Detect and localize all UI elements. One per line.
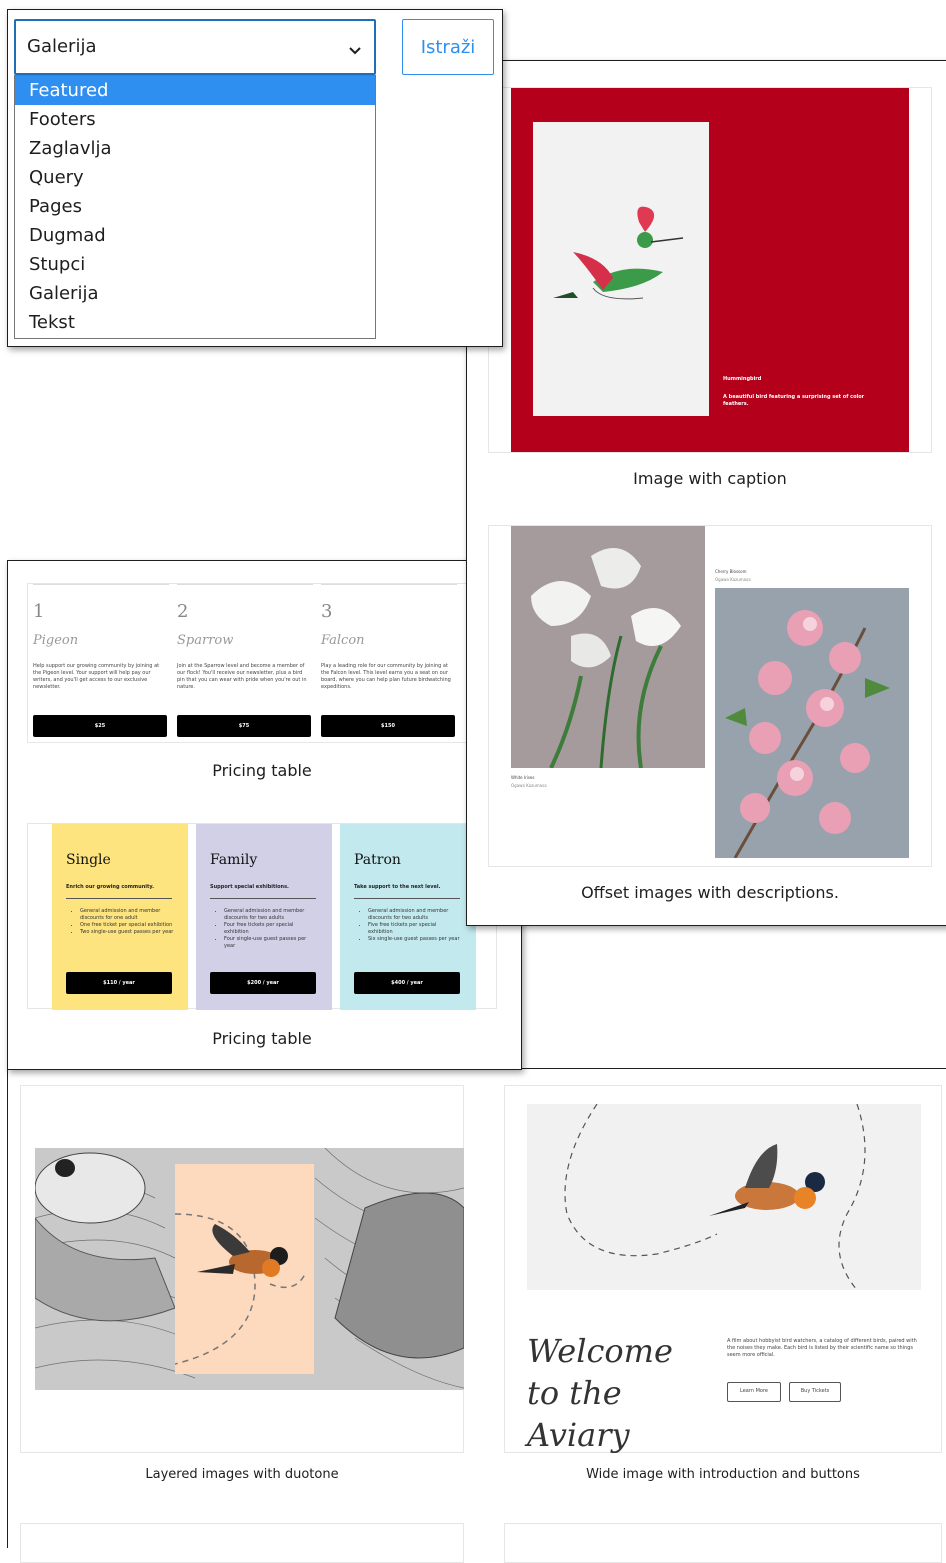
pattern-card-next-left[interactable] [20,1523,464,1563]
tier-feature-list: General admission and member discounts f… [354,908,462,943]
tier-number: 2 [177,601,189,622]
tier-feature: Two single-use guest passes per year [80,929,174,936]
chevron-down-icon [348,41,362,60]
tier-price-button[interactable]: $150 [321,715,455,737]
pattern-label-pricing-2: Pricing table [212,1029,312,1048]
pattern-card-layered-images[interactable] [20,1085,464,1453]
pricing-tier-family: Family Support special exhibitions. Gene… [196,824,332,1010]
pattern-label-offset-images: Offset images with descriptions. [581,883,839,902]
gallery-panel-bottom: Layered images with duotone Welcome to t… [7,1068,946,1563]
offset-bottom-title: White Irises [511,775,535,780]
pattern-card-wide-image[interactable]: Welcome to the Aviary A film about hobby… [504,1085,942,1454]
pattern-label-wide-image: Wide image with introduction and buttons [586,1467,860,1482]
tier-name: Family [210,852,258,868]
tier-price-button[interactable]: $400 / year [354,972,460,994]
tier-feature-list: General admission and member discounts f… [210,908,318,950]
tier-description: Help support our growing community by jo… [33,663,160,690]
explore-button[interactable]: Istraži [402,19,494,75]
pattern-label-layered-images: Layered images with duotone [145,1467,339,1482]
category-option-galerija[interactable]: Galerija [15,279,375,308]
white-irises-image [511,526,705,769]
pricing-tier-patron: Patron Take support to the next level. G… [340,824,476,1010]
tier-price-button[interactable]: $200 / year [210,972,316,994]
offset-bottom-subtitle: Ogawa Kazumasa [511,783,547,788]
category-option-tekst[interactable]: Tekst [15,308,375,337]
tier-feature: Four free tickets per special exhibition [224,922,318,936]
bird-description: A beautiful bird featuring a surprising … [723,394,865,407]
category-option-footers[interactable]: Footers [15,105,375,134]
offset-top-subtitle: Ogawa Kazumasa [715,577,751,582]
pattern-card-next-right[interactable] [504,1523,942,1563]
cherry-blossom-image [715,588,909,859]
pattern-card-offset-images[interactable]: Cherry Blossom Ogawa Kazumasa White Iris… [488,525,932,867]
pricing-tier-sparrow: 2 Sparrow Join at the Sparrow level and … [177,584,313,744]
pattern-card-pricing-1[interactable]: 1 Pigeon Help support our growing commun… [27,583,467,743]
pattern-card-pricing-2[interactable]: Single Enrich our growing community. Gen… [27,823,497,1010]
tier-number: 1 [33,601,45,622]
tier-description: Join at the Sparrow level and become a m… [177,663,307,690]
tier-feature-list: General admission and member discounts f… [66,908,174,936]
tier-divider [66,898,172,899]
tier-price-button[interactable]: $75 [177,715,311,737]
category-option-query[interactable]: Query [15,163,375,192]
tier-tagline: Enrich our growing community. [66,884,155,890]
category-options-list: Featured Footers Zaglavlja Query Pages D… [14,75,376,339]
offset-top-title: Cherry Blossom [715,569,747,574]
tier-tagline: Take support to the next level. [354,884,441,890]
category-option-dugmad[interactable]: Dugmad [15,221,375,250]
tier-number: 3 [321,601,333,622]
tier-feature: Four single-use guest passes per year [224,936,318,950]
tier-feature: General admission and member discounts f… [224,908,318,922]
pattern-card-image-with-caption[interactable]: Hummingbird A beautiful bird featuring a… [488,87,932,453]
pattern-label-pricing-1: Pricing table [212,761,312,780]
hummingbird-image [533,122,709,416]
pricing-tier-pigeon: 1 Pigeon Help support our growing commun… [33,584,169,744]
aviary-description: A film about hobbyist bird watchers, a c… [727,1338,917,1358]
tier-feature: One free ticket per special exhibition [80,922,174,929]
tier-divider [354,898,460,899]
category-select-value: Galerija [27,36,97,57]
bird-title: Hummingbird [723,376,762,382]
tier-name: Sparrow [177,633,234,648]
tier-price-button[interactable]: $110 / year [66,972,172,994]
gallery-panel-pricing: 1 Pigeon Help support our growing commun… [7,560,522,1070]
wide-bird-image [527,1103,921,1291]
pricing-tier-single: Single Enrich our growing community. Gen… [52,824,188,1010]
tier-feature: General admission and member discounts f… [80,908,174,922]
tier-tagline: Support special exhibitions. [210,884,289,890]
tier-description: Play a leading role for our community by… [321,663,451,690]
category-option-featured[interactable]: Featured [15,76,375,105]
tier-feature: Six single-use guest passes per year [368,936,462,943]
pattern-label-image-with-caption: Image with caption [633,469,787,488]
gallery-panel-right: Hummingbird A beautiful bird featuring a… [466,60,946,926]
tier-name: Pigeon [33,633,79,648]
category-option-pages[interactable]: Pages [15,192,375,221]
tier-divider [210,898,316,899]
category-picker-panel: Galerija Featured Footers Zaglavlja Quer… [7,9,503,347]
tier-feature: Five free tickets per special exhibition [368,922,462,936]
pricing-tier-falcon: 3 Falcon Play a leading role for our com… [321,584,457,744]
tier-name: Single [66,852,111,868]
tier-price-button[interactable]: $25 [33,715,167,737]
category-select[interactable]: Galerija [14,19,376,75]
duotone-peach-panel [174,1164,314,1374]
learn-more-button[interactable]: Learn More [727,1382,781,1402]
tier-name: Falcon [321,633,365,648]
buy-tickets-button[interactable]: Buy Tickets [789,1382,841,1402]
tier-name: Patron [354,852,401,868]
crimson-background: Hummingbird A beautiful bird featuring a… [511,88,909,452]
aviary-heading: Welcome to the Aviary [527,1332,673,1454]
tier-feature: General admission and member discounts f… [368,908,462,922]
category-option-zaglavlja[interactable]: Zaglavlja [15,134,375,163]
category-option-stupci[interactable]: Stupci [15,250,375,279]
